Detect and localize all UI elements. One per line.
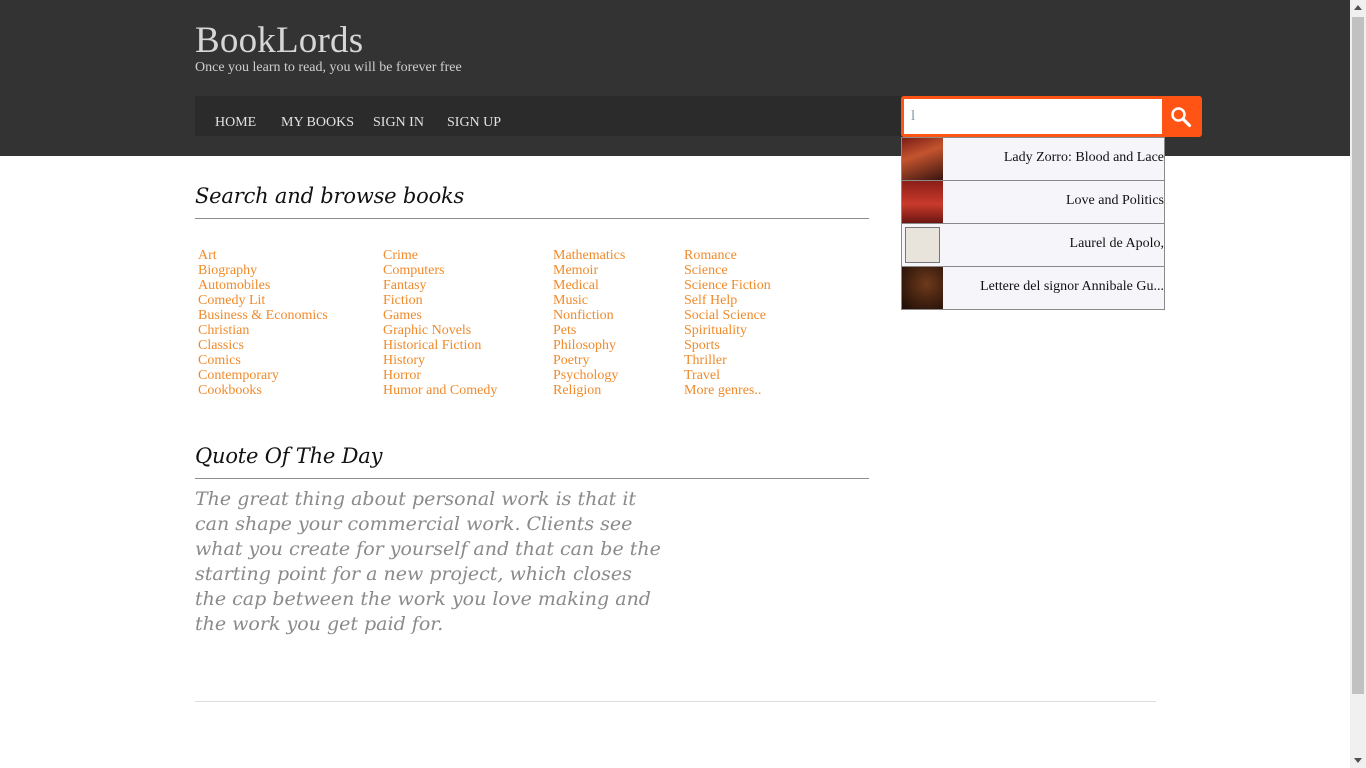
genre-link[interactable]: Sports [684,338,771,353]
genre-link[interactable]: Religion [553,383,625,398]
suggestion-item[interactable]: Lettere del signor Annibale Gu... [902,267,1164,310]
genre-column: Art Biography Automobiles Comedy Lit Bus… [198,248,328,398]
genre-link[interactable]: Business & Economics [198,308,328,323]
genre-link[interactable]: History [383,353,497,368]
search-input[interactable] [904,99,1163,134]
genre-link[interactable]: Travel [684,368,771,383]
genre-link[interactable]: Comedy Lit [198,293,328,308]
genre-link[interactable]: Automobiles [198,278,328,293]
main-nav: HOME MY BOOKS SIGN IN SIGN UP [195,96,901,136]
genre-link[interactable]: Nonfiction [553,308,625,323]
search-suggestions: Lady Zorro: Blood and Lace Love and Poli… [901,137,1165,310]
footer-divider [195,701,1156,702]
tagline: Once you learn to read, you will be fore… [195,60,462,75]
genre-link[interactable]: Pets [553,323,625,338]
genre-link[interactable]: Fantasy [383,278,497,293]
genre-link[interactable]: Comics [198,353,328,368]
section-divider [195,218,869,219]
genre-link[interactable]: Art [198,248,328,263]
book-cover-thumbnail [902,138,943,180]
suggestion-item[interactable]: Laurel de Apolo, [902,224,1164,267]
genre-link[interactable]: Horror [383,368,497,383]
suggestion-title: Lady Zorro: Blood and Lace [1003,150,1164,165]
nav-my-books[interactable]: MY BOOKS [281,115,354,131]
genre-column: Crime Computers Fantasy Fiction Games Gr… [383,248,497,398]
suggestion-item[interactable]: Lady Zorro: Blood and Lace [902,138,1164,181]
suggestion-item[interactable]: Love and Politics [902,181,1164,224]
suggestion-title: Love and Politics [1066,193,1164,208]
genre-link[interactable]: Classics [198,338,328,353]
book-cover-thumbnail [902,181,943,223]
quote-heading: Quote Of The Day [195,444,383,468]
nav-sign-in[interactable]: SIGN IN [373,115,424,131]
genre-link[interactable]: Graphic Novels [383,323,497,338]
genre-link[interactable]: Music [553,293,625,308]
genre-link[interactable]: Spirituality [684,323,771,338]
nav-sign-up[interactable]: SIGN UP [447,115,501,131]
suggestion-title: Laurel de Apolo, [1069,236,1164,251]
more-genres-link[interactable]: More genres.. [684,383,771,398]
genre-link[interactable]: Mathematics [553,248,625,263]
genre-link[interactable]: Science [684,263,771,278]
genre-link[interactable]: Memoir [553,263,625,278]
genre-link[interactable]: Christian [198,323,328,338]
book-cover-thumbnail [902,224,943,266]
section-divider [195,478,869,479]
scroll-up-arrow-icon[interactable] [1354,5,1362,10]
genre-link[interactable]: Psychology [553,368,625,383]
genre-link[interactable]: Philosophy [553,338,625,353]
genre-link[interactable]: Fiction [383,293,497,308]
genre-link[interactable]: Humor and Comedy [383,383,497,398]
search-icon [1171,107,1192,128]
genre-link[interactable]: Social Science [684,308,771,323]
suggestion-title: Lettere del signor Annibale Gu... [980,279,1164,294]
site-title[interactable]: BookLords [195,20,363,62]
genre-link[interactable]: Biography [198,263,328,278]
nav-home[interactable]: HOME [215,115,256,131]
genre-link[interactable]: Medical [553,278,625,293]
genre-link[interactable]: Contemporary [198,368,328,383]
page-scrollbar[interactable] [1350,0,1366,768]
genre-link[interactable]: Romance [684,248,771,263]
genre-link[interactable]: Thriller [684,353,771,368]
scroll-down-arrow-icon[interactable] [1354,758,1362,763]
search-box [901,96,1202,137]
genre-link[interactable]: Cookbooks [198,383,328,398]
genre-link[interactable]: Computers [383,263,497,278]
scrollbar-thumb[interactable] [1352,17,1364,694]
book-cover-thumbnail [902,267,943,309]
genre-link[interactable]: Crime [383,248,497,263]
genre-column: Mathematics Memoir Medical Music Nonfict… [553,248,625,398]
genre-column: Romance Science Science Fiction Self Hel… [684,248,771,398]
genre-link[interactable]: Poetry [553,353,625,368]
genre-link[interactable]: Science Fiction [684,278,771,293]
browse-heading: Search and browse books [195,184,465,208]
genre-link[interactable]: Games [383,308,497,323]
search-button[interactable] [1162,99,1199,134]
quote-text: The great thing about personal work is t… [195,488,661,635]
genre-link[interactable]: Self Help [684,293,771,308]
genre-link[interactable]: Historical Fiction [383,338,497,353]
